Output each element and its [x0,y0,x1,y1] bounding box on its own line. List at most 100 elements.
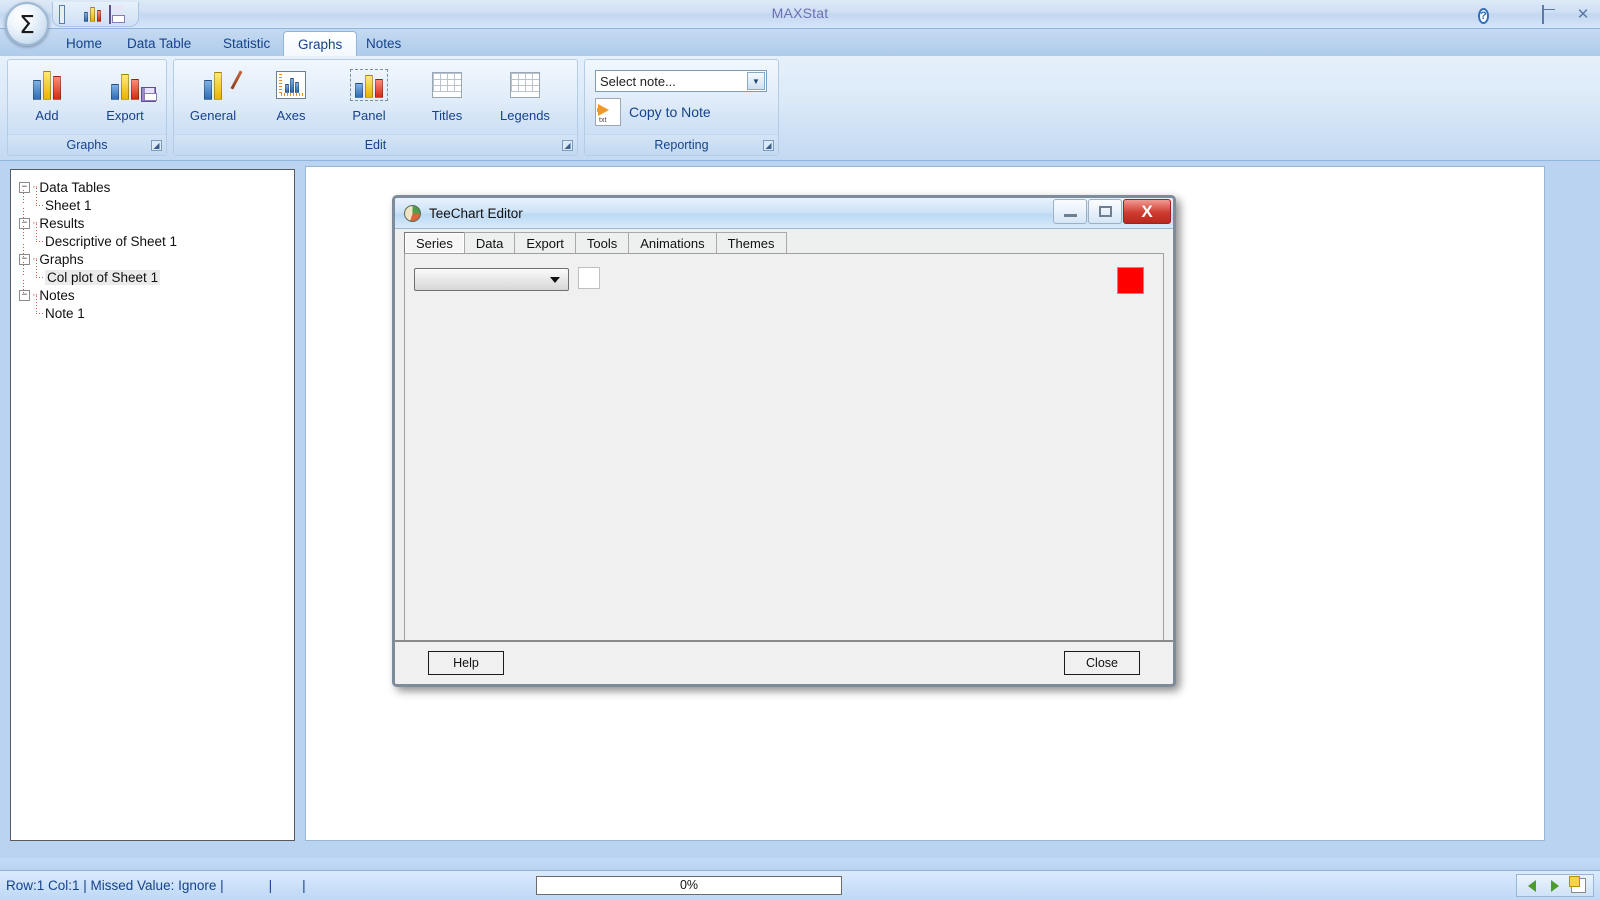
dialog-tab-data[interactable]: Data [463,232,516,254]
tree-item-label: Sheet 1 [45,197,92,213]
axes-icon [252,68,330,102]
application-title-bar: MAXStat ? ✕ [0,0,1600,29]
new-document-icon[interactable] [1568,876,1587,894]
status-bar: Row:1 Col:1 | Missed Value: Ignore | | |… [0,870,1600,900]
tree-item-data-tables[interactable]: − ·· Data Tables [17,178,288,196]
minimize-icon[interactable] [1510,6,1528,24]
ribbon-group-reporting: Select note... ▼ txt Copy to Note Report… [584,59,779,156]
axes-button[interactable]: Axes [252,60,330,123]
dialog-window-controls[interactable]: X [1053,198,1173,226]
dialog-tab-export[interactable]: Export [514,232,576,254]
copy-to-note-label: Copy to Note [629,104,711,120]
pie-chart-icon [404,204,421,222]
add-graph-button[interactable]: Add [8,60,86,123]
chevron-down-icon[interactable]: ▼ [747,72,765,90]
tab-statistic[interactable]: Statistic [209,31,284,57]
dialog-title-bar[interactable]: TeeChart Editor X [395,198,1173,229]
window-controls[interactable]: ? ✕ [1478,0,1592,29]
restore-icon[interactable] [1542,4,1560,24]
tree-item-label: Graphs [39,251,84,267]
table-grid-icon [486,68,564,102]
series-color-swatch[interactable] [1117,267,1144,294]
series-type-dropdown[interactable] [414,268,569,291]
dialog-close-button[interactable]: X [1123,199,1171,224]
txt-arrow-icon: txt [595,98,621,126]
ribbon-group-graphs: Add Export Graphs ◢ [7,59,167,156]
tab-data-table[interactable]: Data Table [113,31,205,57]
ribbon-group-graphs-title: Graphs [8,134,166,155]
tab-notes[interactable]: Notes [352,31,415,57]
select-note-dropdown[interactable]: Select note... ▼ [595,70,767,92]
tree-item-graphs[interactable]: − ·· Graphs [17,244,288,268]
export-graph-label: Export [106,108,144,123]
dialog-tab-series[interactable]: Series [404,232,465,254]
legends-button[interactable]: Legends [486,60,564,123]
collapse-icon[interactable]: − [19,181,30,193]
chart-icon[interactable] [84,6,101,23]
tree-item-label: Col plot of Sheet 1 [45,269,161,285]
legends-label: Legends [500,108,550,123]
bar-chart-icon [8,68,86,102]
general-button[interactable]: General [174,60,252,123]
ribbon-group-reporting-title: Reporting [585,134,778,155]
dialog-title: TeeChart Editor [429,205,523,221]
chart-brush-icon [174,68,252,102]
tree-item-results[interactable]: − ·· Results [17,208,288,232]
export-graph-button[interactable]: Export [86,60,164,123]
add-graph-label: Add [35,108,59,123]
ribbon: Add Export Graphs ◢ General Axes Panel T… [0,56,1600,161]
dialog-minimize-button[interactable] [1053,199,1087,224]
copy-to-note-button[interactable]: txt Copy to Note [595,98,711,126]
project-tree-panel[interactable]: − ·· Data Tables Sheet 1 − ·· Results De… [10,169,295,841]
help-button[interactable]: Help [428,651,504,675]
dialog-tab-themes[interactable]: Themes [715,232,787,254]
project-tree: − ·· Data Tables Sheet 1 − ·· Results De… [11,170,294,330]
graphs-dialog-launcher-icon[interactable]: ◢ [151,140,162,151]
tree-item-descriptive-of-sheet-1[interactable]: Descriptive of Sheet 1 [17,224,288,250]
collapse-icon[interactable]: − [19,217,30,229]
collapse-icon[interactable]: − [19,253,30,265]
progress-bar: 0% [536,876,842,895]
chevron-down-icon[interactable] [550,277,560,283]
ribbon-tab-strip: Home Data Table Statistic Graphs Notes [0,29,1600,57]
tree-item-sheet-1[interactable]: Sheet 1 [17,188,288,214]
ribbon-group-edit-title: Edit [174,134,577,155]
back-arrow-icon[interactable] [1523,877,1541,894]
forward-arrow-icon[interactable] [1546,877,1564,894]
dialog-tab-animations[interactable]: Animations [628,232,717,254]
tab-home[interactable]: Home [52,31,116,57]
save-icon[interactable] [109,4,126,24]
reporting-dialog-launcher-icon[interactable]: ◢ [763,140,774,151]
panel-button[interactable]: Panel [330,60,408,123]
dialog-footer: Help Close [395,640,1173,684]
tab-graphs[interactable]: Graphs [283,31,358,57]
close-icon[interactable]: ✕ [1574,6,1592,24]
dialog-tab-tools[interactable]: Tools [574,232,630,254]
tree-item-col-plot-of-sheet-1[interactable]: Col plot of Sheet 1 [17,260,288,286]
edit-dialog-launcher-icon[interactable]: ◢ [562,140,573,151]
panel-icon [330,68,408,102]
panel-label: Panel [352,108,386,123]
tree-item-note-1[interactable]: Note 1 [17,296,288,322]
collapse-icon[interactable]: − [19,289,30,301]
calculator-icon[interactable] [59,4,76,24]
titles-label: Titles [431,108,463,123]
status-text: Row:1 Col:1 | Missed Value: Ignore | | | [6,878,306,893]
tree-item-notes[interactable]: − ·· Notes [17,280,288,304]
window-bottom-edge [0,858,1600,870]
tree-item-label: Descriptive of Sheet 1 [45,233,178,249]
close-button[interactable]: Close [1064,651,1140,675]
dialog-maximize-button[interactable] [1088,199,1122,224]
help-icon[interactable]: ? [1478,6,1496,24]
axes-label: Axes [276,108,306,123]
titles-button[interactable]: Titles [408,60,486,123]
tree-item-label: Notes [39,287,75,303]
tree-item-label: Note 1 [45,305,85,321]
series-visible-checkbox[interactable] [578,267,600,289]
app-logo-button[interactable]: Σ [5,2,49,46]
teechart-editor-dialog[interactable]: TeeChart Editor X Series Data Export Too… [392,195,1176,687]
tree-item-label: Results [39,215,85,231]
quick-access-toolbar[interactable] [52,2,139,27]
status-navigation-toolbar[interactable] [1516,874,1594,897]
ribbon-group-edit: General Axes Panel Titles Legends Edit ◢ [173,59,578,156]
